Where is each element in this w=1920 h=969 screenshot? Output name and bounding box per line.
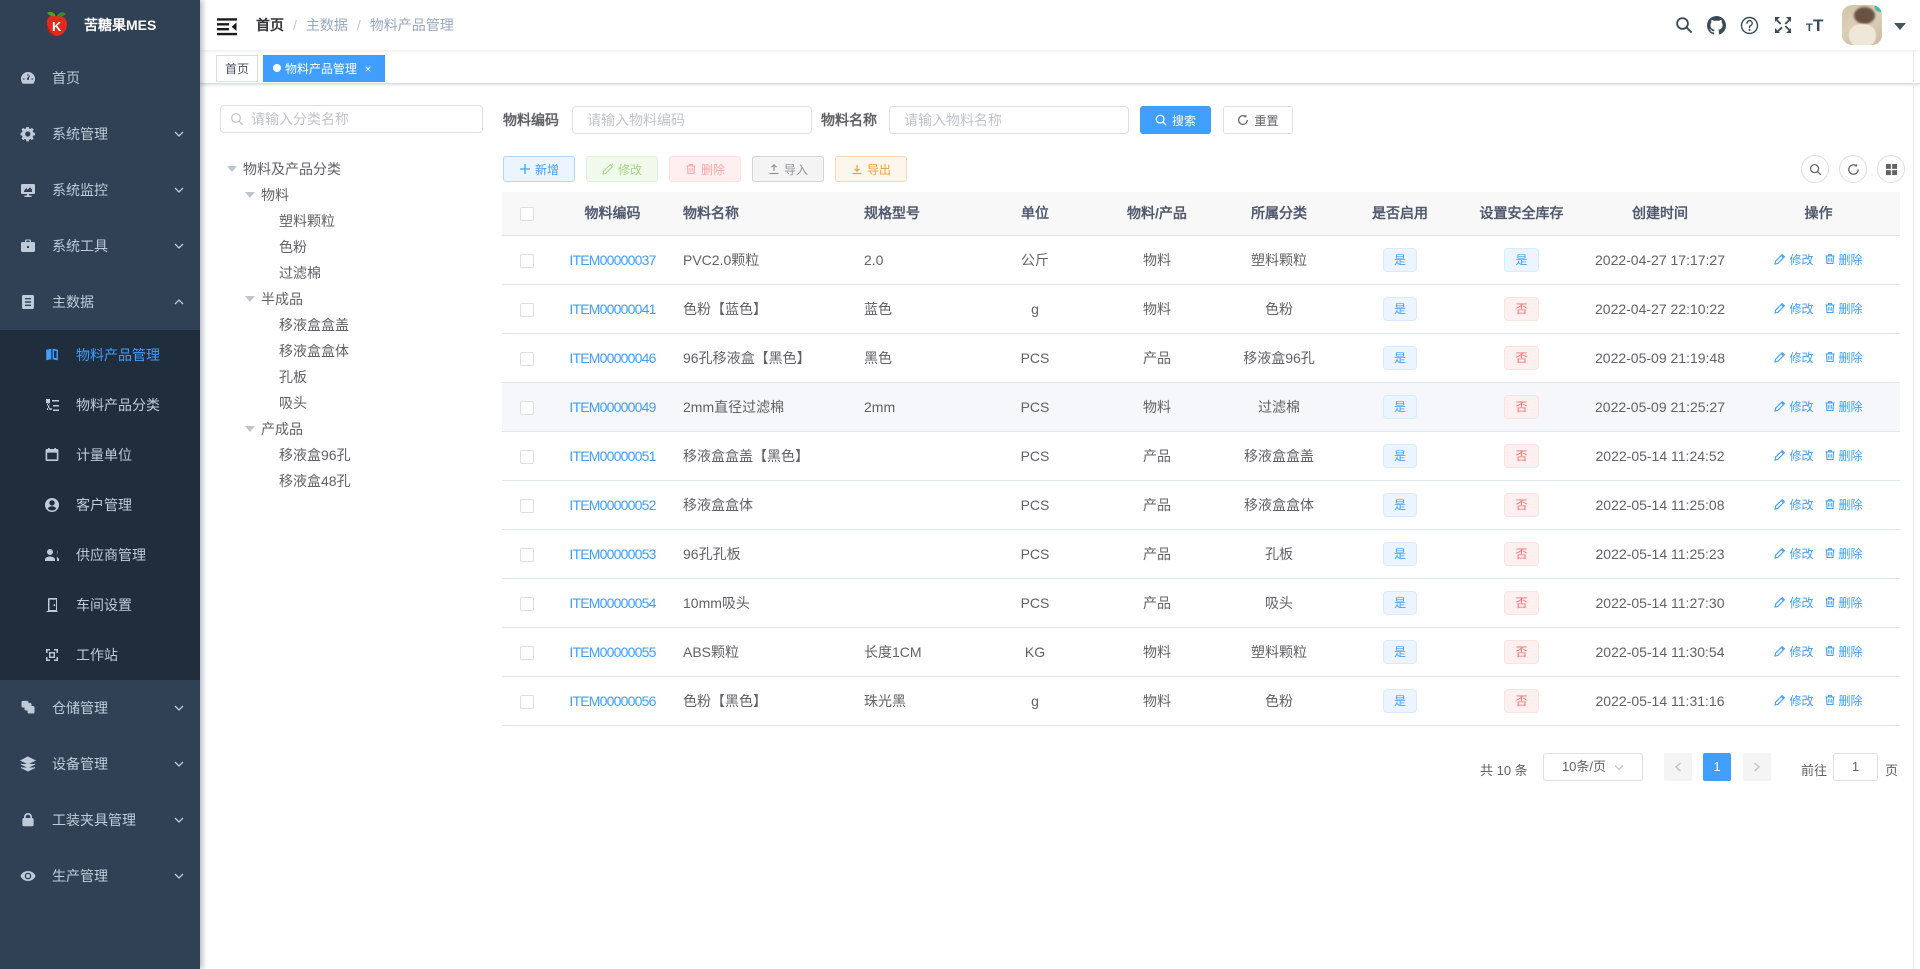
svg-text:T: T	[1813, 17, 1824, 33]
svg-text:T: T	[1806, 22, 1813, 33]
svg-text:K: K	[52, 19, 62, 34]
